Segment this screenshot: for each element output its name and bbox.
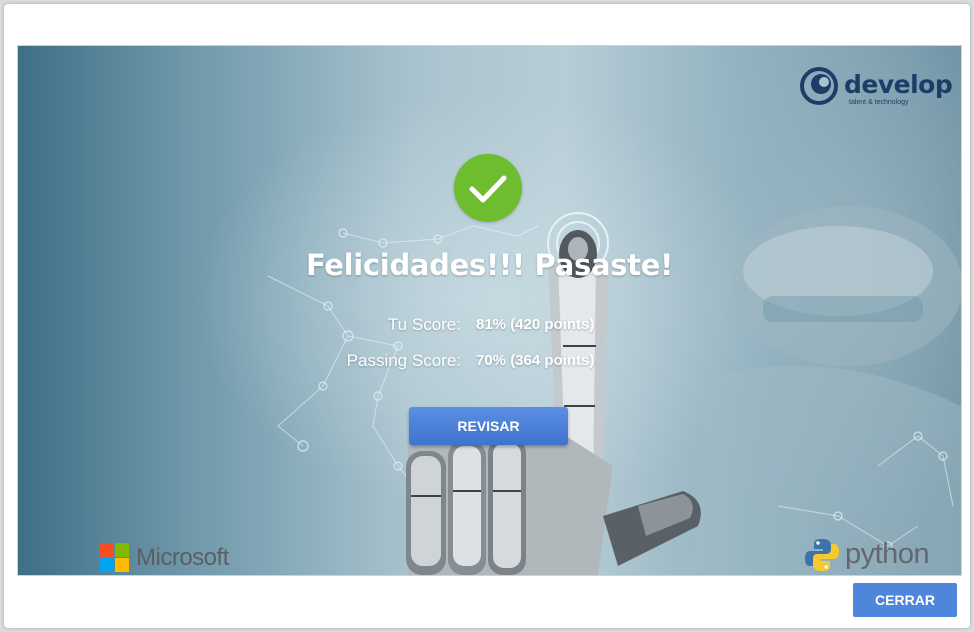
- result-headline: Felicidades!!! Pasaste!: [305, 248, 674, 282]
- develop-logo-tagline: talent & technology: [849, 99, 909, 106]
- develop-logo: develop talent & technology: [799, 66, 953, 110]
- results-banner: develop talent & technology Felicidades!…: [17, 45, 962, 576]
- close-button[interactable]: CERRAR: [853, 583, 957, 617]
- passing-score-row: Passing Score: 70% (364 points): [18, 351, 961, 375]
- success-check-badge: [454, 154, 522, 222]
- python-logo-text: python: [845, 538, 930, 570]
- microsoft-logo: Microsoft: [100, 543, 250, 573]
- python-snake-icon: [805, 539, 839, 571]
- your-score-row: Tu Score: 81% (420 points): [18, 315, 961, 339]
- your-score-label: Tu Score:: [387, 315, 461, 334]
- develop-mark-icon: [800, 67, 838, 105]
- passing-score-value: 70% (364 points): [476, 352, 595, 369]
- python-logo: python: [803, 536, 948, 574]
- robot-hand-background: [267, 206, 961, 575]
- results-dialog: develop talent & technology Felicidades!…: [4, 4, 970, 628]
- passing-score-label: Passing Score:: [346, 351, 461, 370]
- checkmark-icon: [469, 175, 507, 203]
- your-score-value: 81% (420 points): [476, 316, 595, 333]
- microsoft-windows-icon: [100, 543, 130, 573]
- develop-logo-text: develop: [844, 70, 953, 99]
- microsoft-logo-text: Microsoft: [136, 544, 229, 571]
- review-button[interactable]: REVISAR: [409, 407, 568, 445]
